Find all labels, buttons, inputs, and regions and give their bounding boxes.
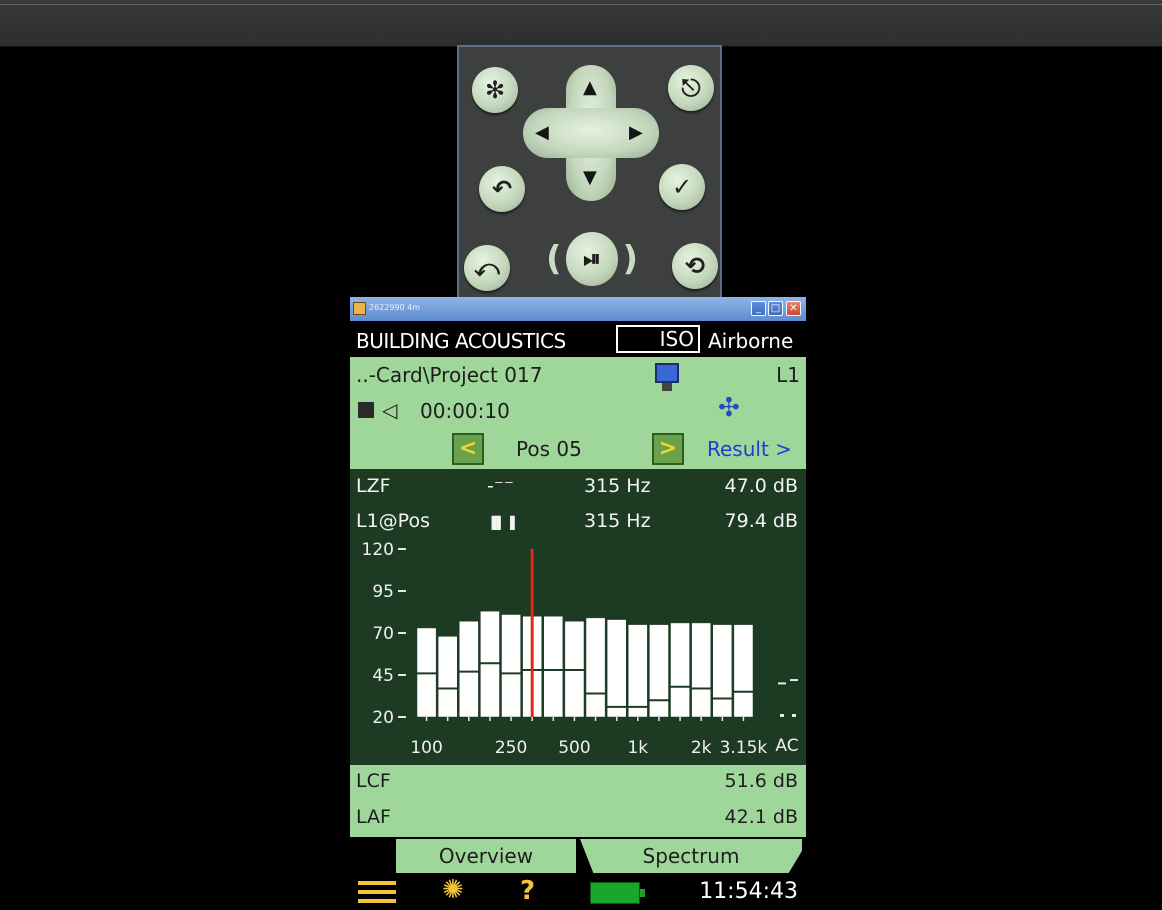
spectrum-svg[interactable]: 20 45 70 95 120 100 250 500 1k 2k 3.15k AC (350, 540, 806, 765)
tab-spectrum[interactable]: Spectrum (580, 839, 802, 873)
app-icon (353, 302, 366, 315)
spectrum-bar (712, 624, 733, 718)
commands-button[interactable]: ✻ (472, 67, 518, 113)
instrument-keypad: ✻ ⎋ ▲ ▼ ◀ ▶ ↶ ✓ ⤺ (⏯) ⟲ (457, 45, 722, 307)
spectrum-bar (543, 615, 564, 718)
sound-recording-button[interactable]: ⎋ (668, 65, 714, 111)
back-erase-button[interactable]: ↶ (479, 166, 525, 212)
shortcut-bar: ✺ ? 11:54:43 (350, 873, 806, 910)
accept-button[interactable]: ✓ (659, 164, 705, 210)
spectrum-bar (649, 624, 669, 718)
commands-icon: ✻ (484, 76, 506, 104)
standard-selector[interactable]: ISO (616, 325, 700, 353)
microphone-icon: ⎋ (681, 74, 701, 102)
readout-row-l1pos[interactable]: L1@Pos ▐▌▐ 315 Hz 79.4 dB (350, 504, 806, 538)
spectrum-bar (585, 617, 606, 718)
parameter-level: 47.0 dB (724, 475, 798, 497)
right-arrow-button[interactable]: ▶ (629, 124, 643, 142)
menu-icon[interactable] (358, 881, 396, 903)
spectrum-bar (733, 624, 754, 718)
reset-button[interactable]: ⤺ (464, 245, 510, 291)
result-row-laf[interactable]: LAF 42.1 dB (350, 801, 806, 835)
x-tick-label: 500 (558, 738, 590, 758)
spectrum-bar (628, 624, 648, 718)
y-tick-label: 95 (372, 582, 394, 602)
spectrum-bar (501, 614, 521, 718)
measurement-type[interactable]: Airborne (708, 329, 793, 353)
line-symbol-icon: -⁻⁻ (487, 475, 514, 497)
status-panel: ..-Card\Project 017 L1 ◁ 00:00:10 ✣ < Po… (350, 357, 806, 469)
close-button[interactable]: ✕ (786, 301, 801, 316)
host-top-bar (0, 0, 1162, 47)
result-link[interactable]: Result > (707, 437, 792, 461)
elapsed-time: 00:00:10 (420, 399, 510, 423)
clock: 11:54:43 (699, 879, 798, 904)
previous-position-button[interactable]: < (452, 433, 484, 465)
y-tick-label: 20 (372, 708, 394, 728)
view-tabs: Overview Spectrum (350, 837, 806, 873)
parameter-level: 42.1 dB (724, 806, 798, 828)
spectrum-bar (606, 619, 627, 718)
x-tick-label: 3.15k (720, 738, 768, 758)
value-readouts: LZF -⁻⁻ 315 Hz 47.0 dB L1@Pos ▐▌▐ 315 Hz… (350, 469, 806, 541)
check-icon: ✓ (671, 173, 693, 201)
reset-icon: ⤺ (474, 254, 500, 282)
parameter-name: LZF (356, 475, 391, 497)
lightbulb-icon[interactable]: ✺ (442, 875, 464, 905)
tab-overview[interactable]: Overview (396, 839, 576, 873)
stop-icon (358, 402, 374, 418)
parameter-name: LCF (356, 770, 391, 792)
speaker-icon[interactable]: ◁ (382, 398, 397, 422)
template-header: BUILDING ACOUSTICS ISO Airborne (350, 321, 806, 357)
start-pause-icon: ⏯ (565, 232, 619, 286)
x-tick-label: 1k (627, 738, 648, 758)
save-icon: ⟲ (684, 252, 706, 280)
parameter-level: 79.4 dB (724, 510, 798, 532)
next-position-button[interactable]: > (652, 433, 684, 465)
instrument-window: 2622990 4m _ □ ✕ BUILDING ACOUSTICS ISO … (350, 297, 806, 910)
y-tick-label: 120 (362, 541, 394, 560)
undo-icon: ↶ (491, 175, 513, 203)
cursor-frequency: 315 Hz (584, 510, 651, 532)
move-position-icon[interactable]: ✣ (718, 393, 740, 423)
spectrum-bar (691, 622, 711, 718)
broadband-axis-mark (792, 714, 796, 717)
spectrum-bar (437, 636, 458, 718)
cursor-frequency: 315 Hz (584, 475, 651, 497)
bar-symbol-icon: ▐▌▐ (487, 516, 515, 530)
x-tick-label: 100 (410, 738, 442, 758)
x-tick-label: 250 (495, 738, 527, 758)
parameter-level: 51.6 dB (724, 770, 798, 792)
ac-tick-label: AC (775, 736, 798, 756)
spectrum-chart[interactable]: 20 45 70 95 120 100 250 500 1k 2k 3.15k AC (350, 540, 806, 765)
navigation-pad: ▲ ▼ ◀ ▶ (523, 65, 659, 201)
project-path[interactable]: ..-Card\Project 017 (356, 363, 542, 387)
window-title-bar: 2622990 4m _ □ ✕ (350, 297, 806, 321)
save-button[interactable]: ⟲ (672, 243, 718, 289)
minimize-button[interactable]: _ (751, 301, 766, 316)
battery-icon[interactable] (590, 882, 645, 904)
left-arrow-button[interactable]: ◀ (535, 124, 549, 142)
level-label[interactable]: L1 (776, 363, 800, 387)
parameter-name: LAF (356, 806, 391, 828)
result-row-lcf[interactable]: LCF 51.6 dB (350, 765, 806, 799)
up-arrow-button[interactable]: ▲ (583, 79, 597, 97)
broadband-results: LCF 51.6 dB LAF 42.1 dB (350, 765, 806, 837)
pc-connection-icon (655, 363, 679, 391)
template-name[interactable]: BUILDING ACOUSTICS (356, 329, 566, 353)
x-tick-label: 2k (691, 738, 712, 758)
spectrum-bar (459, 620, 479, 718)
broadband-axis-mark (780, 714, 784, 717)
start-pause-button[interactable]: (⏯) (546, 222, 638, 296)
y-tick-label: 70 (372, 624, 394, 644)
maximize-button[interactable]: □ (768, 301, 783, 316)
window-title: 2622990 4m (369, 303, 421, 312)
down-arrow-button[interactable]: ▼ (583, 169, 597, 187)
spectrum-bar (670, 622, 690, 718)
help-icon[interactable]: ? (520, 876, 535, 906)
readout-row-lzf[interactable]: LZF -⁻⁻ 315 Hz 47.0 dB (350, 469, 806, 503)
parameter-name: L1@Pos (356, 510, 430, 532)
y-tick-label: 45 (372, 666, 394, 686)
position-label: Pos 05 (516, 437, 582, 461)
